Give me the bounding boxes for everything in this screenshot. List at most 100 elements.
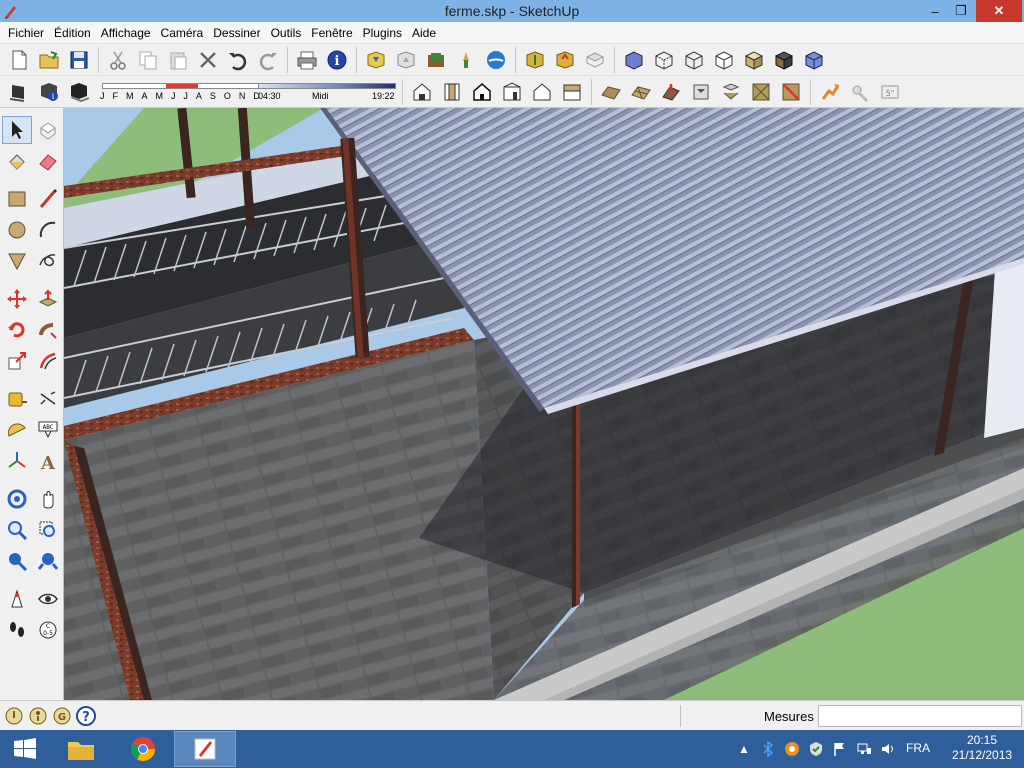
- taskbar-file-explorer[interactable]: [50, 731, 112, 767]
- line-icon[interactable]: [33, 185, 63, 213]
- share-component-icon[interactable]: [550, 46, 580, 74]
- pan-icon[interactable]: [33, 485, 63, 513]
- flip-edge-icon[interactable]: [776, 78, 806, 106]
- network-icon[interactable]: [852, 737, 876, 761]
- menu-aide[interactable]: Aide: [410, 26, 442, 40]
- follow-me-icon[interactable]: [33, 316, 63, 344]
- zoom-icon[interactable]: [2, 516, 32, 544]
- display-shadows-icon[interactable]: [64, 78, 94, 106]
- xray-icon[interactable]: [619, 46, 649, 74]
- sandbox-from-contours-icon[interactable]: [596, 78, 626, 106]
- polygon-icon[interactable]: [2, 247, 32, 275]
- menu-edition[interactable]: Édition: [52, 26, 97, 40]
- cut-icon[interactable]: [103, 46, 133, 74]
- get-models-icon[interactable]: [361, 46, 391, 74]
- paint-bucket-icon[interactable]: [2, 147, 32, 175]
- right-view-icon[interactable]: [497, 78, 527, 106]
- back-edges-icon[interactable]: [649, 46, 679, 74]
- maximize-button[interactable]: ❐: [948, 0, 974, 22]
- back-view-icon[interactable]: [527, 78, 557, 106]
- google-earth-icon[interactable]: [481, 46, 511, 74]
- taskbar-chrome[interactable]: [112, 731, 174, 767]
- new-icon[interactable]: [4, 46, 34, 74]
- intersect-icon[interactable]: 5": [875, 78, 905, 106]
- left-view-icon[interactable]: [557, 78, 587, 106]
- smoove-icon[interactable]: [656, 78, 686, 106]
- geo-location-icon[interactable]: [2, 704, 26, 728]
- add-detail-icon[interactable]: [746, 78, 776, 106]
- shadow-time-slider[interactable]: J F M A M J J A S O N D 04:30 Midi 19:22: [98, 77, 398, 107]
- look-around-icon[interactable]: [33, 585, 63, 613]
- offset-icon[interactable]: [33, 347, 63, 375]
- wireframe-icon[interactable]: [679, 46, 709, 74]
- extension-icon[interactable]: [580, 46, 610, 74]
- redo-icon[interactable]: [253, 46, 283, 74]
- solid-tools-icon[interactable]: [815, 78, 845, 106]
- sandbox-from-scratch-icon[interactable]: [626, 78, 656, 106]
- select-icon[interactable]: [2, 116, 32, 144]
- push-pull-icon[interactable]: [33, 285, 63, 313]
- credits-icon[interactable]: [26, 704, 50, 728]
- help-icon[interactable]: ?: [74, 704, 98, 728]
- menu-fichier[interactable]: Fichier: [6, 26, 50, 40]
- open-icon[interactable]: [34, 46, 64, 74]
- stamp-icon[interactable]: [686, 78, 716, 106]
- previous-view-icon[interactable]: [33, 547, 63, 575]
- top-view-icon[interactable]: [437, 78, 467, 106]
- model-info-icon[interactable]: i: [322, 46, 352, 74]
- get-components-icon[interactable]: [520, 46, 550, 74]
- arc-icon[interactable]: [33, 216, 63, 244]
- avast-icon[interactable]: [780, 737, 804, 761]
- volume-icon[interactable]: [876, 737, 900, 761]
- save-icon[interactable]: [64, 46, 94, 74]
- zoom-extents-icon[interactable]: [2, 547, 32, 575]
- orbit-icon[interactable]: [2, 485, 32, 513]
- show-hidden-icons-icon[interactable]: ▲: [732, 737, 756, 761]
- walk-icon[interactable]: [2, 616, 32, 644]
- hidden-line-icon[interactable]: [709, 46, 739, 74]
- copy-icon[interactable]: [133, 46, 163, 74]
- taskbar-clock[interactable]: 20:15 21/12/2013: [952, 733, 1012, 763]
- minimize-button[interactable]: –: [922, 0, 948, 22]
- menu-camera[interactable]: Caméra: [159, 26, 210, 40]
- share-model-icon[interactable]: [391, 46, 421, 74]
- model-viewport[interactable]: [64, 108, 1024, 700]
- circle-icon[interactable]: [2, 216, 32, 244]
- print-icon[interactable]: [292, 46, 322, 74]
- menu-dessiner[interactable]: Dessiner: [211, 26, 266, 40]
- erase-icon[interactable]: [193, 46, 223, 74]
- axes-icon[interactable]: [2, 447, 32, 475]
- close-button[interactable]: ✕: [976, 0, 1022, 22]
- menu-outils[interactable]: Outils: [269, 26, 308, 40]
- google-signin-icon[interactable]: G: [50, 704, 74, 728]
- 3d-text-icon[interactable]: A: [33, 447, 63, 475]
- sketchup-app-icon[interactable]: [0, 0, 22, 22]
- section-plane-icon[interactable]: C 0-5: [33, 616, 63, 644]
- rotate-icon[interactable]: [2, 316, 32, 344]
- action-center-flag-icon[interactable]: [828, 737, 852, 761]
- text-icon[interactable]: ABC: [33, 416, 63, 444]
- monochrome-icon[interactable]: [799, 46, 829, 74]
- undo-icon[interactable]: [223, 46, 253, 74]
- shaded-icon[interactable]: [739, 46, 769, 74]
- zoom-window-icon[interactable]: [33, 516, 63, 544]
- measurements-input[interactable]: [818, 705, 1022, 727]
- input-language-indicator[interactable]: FRA: [906, 741, 930, 755]
- iso-view-icon[interactable]: [407, 78, 437, 106]
- position-camera-icon[interactable]: [2, 585, 32, 613]
- menu-affichage[interactable]: Affichage: [99, 26, 157, 40]
- freehand-icon[interactable]: [33, 247, 63, 275]
- drape-icon[interactable]: [716, 78, 746, 106]
- eraser-icon[interactable]: [33, 147, 63, 175]
- front-view-icon[interactable]: [467, 78, 497, 106]
- bluetooth-icon[interactable]: [756, 737, 780, 761]
- add-location-icon[interactable]: [421, 46, 451, 74]
- menu-plugins[interactable]: Plugins: [361, 26, 408, 40]
- toggle-terrain-icon[interactable]: [451, 46, 481, 74]
- make-component-icon[interactable]: [33, 116, 63, 144]
- scale-icon[interactable]: [2, 347, 32, 375]
- move-icon[interactable]: [2, 285, 32, 313]
- tape-measure-icon[interactable]: [2, 385, 32, 413]
- start-button[interactable]: [0, 730, 50, 768]
- dimension-icon[interactable]: [33, 385, 63, 413]
